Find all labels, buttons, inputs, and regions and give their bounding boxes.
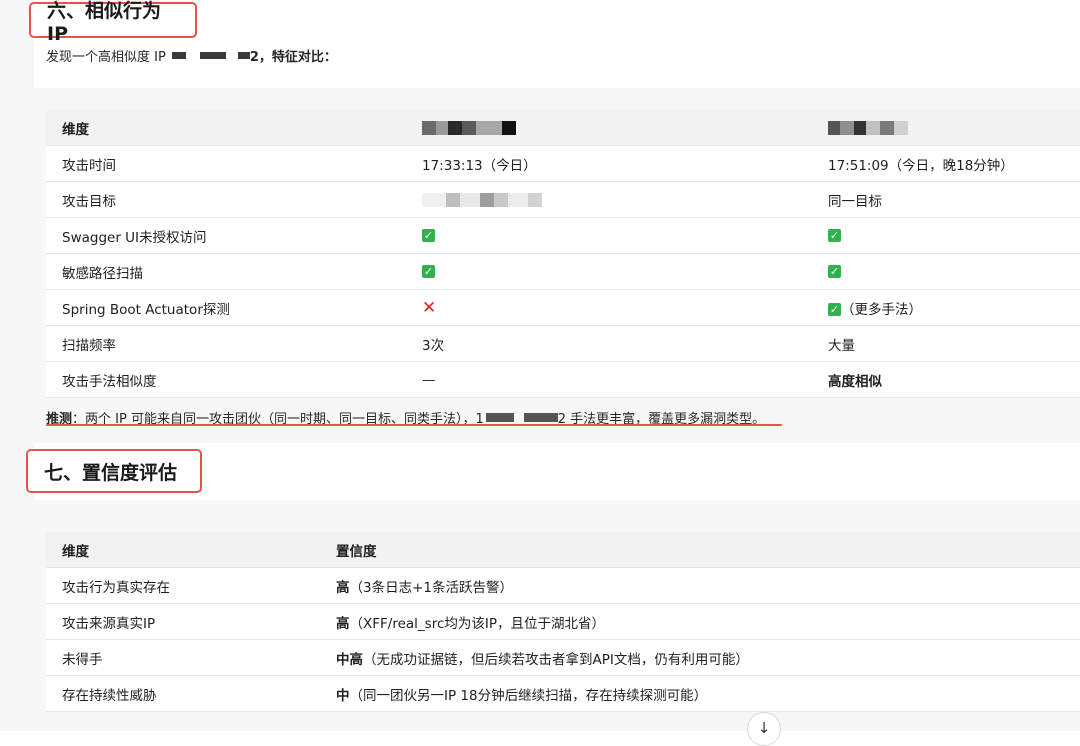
row-label: 攻击手法相似度 — [46, 361, 406, 398]
row-label: Swagger UI未授权访问 — [46, 217, 406, 254]
row-label: 攻击目标 — [46, 181, 406, 218]
redacted-ip — [171, 52, 186, 59]
confidence-cell: 中（同一团伙另一IP 18分钟后继续扫描，存在持续探测可能） — [320, 675, 1080, 712]
ip-a-value: — — [406, 361, 812, 398]
confidence-level: 中高 — [336, 651, 363, 668]
confidence-detail: （3条日志+1条活跃告警） — [349, 579, 514, 596]
confidence-level: 高 — [336, 615, 350, 632]
header-ip-b — [812, 110, 1080, 146]
intro-suffix: 2，特征对比： — [249, 50, 337, 65]
confidence-level: 高 — [336, 579, 350, 596]
table-row: Spring Boot Actuator探测 ✕ ✓ （更多手法） — [46, 289, 1080, 326]
redacted-ip — [485, 413, 514, 422]
check-icon: ✓ — [828, 265, 841, 278]
row-label: Spring Boot Actuator探测 — [46, 289, 406, 326]
section6-heading: 六、相似行为 IP — [29, 0, 197, 45]
table-row: 敏感路径扫描 ✓ ✓ — [46, 253, 1080, 290]
check-icon: ✓ — [828, 303, 841, 316]
redacted-ip — [523, 413, 558, 422]
ip-b-value: 同一目标 — [812, 181, 1080, 218]
table-row: 攻击行为真实存在 高（3条日志+1条活跃告警） — [46, 567, 1080, 604]
table-row: 攻击时间 17:33:13（今日） 17:51:09（今日，晚18分钟） — [46, 145, 1080, 182]
header-dimension: 维度 — [46, 532, 320, 568]
confidence-detail: （XFF/real_src均为该IP，且位于湖北省） — [349, 615, 606, 632]
table-row: 攻击手法相似度 — 高度相似 — [46, 361, 1080, 398]
section6-intro: 发现一个高相似度 IP 2，特征对比： — [46, 46, 337, 65]
redacted-ip — [199, 52, 226, 59]
ip-a-value: ✕ — [406, 289, 812, 326]
scroll-down-button[interactable]: ↓ — [747, 712, 781, 746]
confidence-cell: 高（XFF/real_src均为该IP，且位于湖北省） — [320, 603, 1080, 640]
row-label: 存在持续性威胁 — [46, 675, 320, 712]
table-row: 存在持续性威胁 中（同一团伙另一IP 18分钟后继续扫描，存在持续探测可能） — [46, 675, 1080, 712]
more-methods-text: （更多手法） — [841, 301, 922, 318]
header-ip-a — [406, 110, 812, 146]
redacted-target — [422, 192, 542, 207]
header-dimension: 维度 — [46, 110, 406, 146]
redacted-ip — [237, 52, 250, 59]
check-icon: ✓ — [422, 229, 435, 242]
confidence-level: 中 — [336, 687, 350, 704]
table-row: 攻击来源真实IP 高（XFF/real_src均为该IP，且位于湖北省） — [46, 603, 1080, 640]
ip-a-value: ✓ — [406, 217, 812, 254]
arrow-down-icon: ↓ — [757, 719, 771, 737]
table-row: Swagger UI未授权访问 ✓ ✓ — [46, 217, 1080, 254]
table-row: 扫描频率 3次 大量 — [46, 325, 1080, 362]
table-header-row: 维度 置信度 — [46, 532, 1080, 568]
section7-title: 七、置信度评估 — [44, 461, 178, 484]
header-confidence: 置信度 — [320, 532, 1080, 568]
confidence-table: 维度 置信度 攻击行为真实存在 高（3条日志+1条活跃告警） 攻击来源真实IP … — [46, 532, 1080, 712]
ip-b-value: 大量 — [812, 325, 1080, 362]
ip-a-value: 3次 — [406, 325, 812, 362]
row-label: 未得手 — [46, 639, 320, 676]
ip-b-value: ✓ — [812, 217, 1080, 254]
redacted-ip-b — [828, 120, 908, 135]
table-row: 攻击目标 同一目标 — [46, 181, 1080, 218]
ip-b-value: ✓ （更多手法） — [812, 289, 1080, 326]
confidence-detail: （同一团伙另一IP 18分钟后继续扫描，存在持续探测可能） — [349, 687, 708, 704]
confidence-cell: 中高（无成功证据链，但后续若攻击者拿到API文档，仍有利用可能） — [320, 639, 1080, 676]
ip-b-value: 17:51:09（今日，晚18分钟） — [812, 145, 1080, 182]
check-icon: ✓ — [422, 265, 435, 278]
left-gutter — [0, 0, 34, 731]
confidence-cell: 高（3条日志+1条活跃告警） — [320, 567, 1080, 604]
ip-b-value: ✓ — [812, 253, 1080, 290]
table-row: 未得手 中高（无成功证据链，但后续若攻击者拿到API文档，仍有利用可能） — [46, 639, 1080, 676]
ip-b-value: 高度相似 — [812, 361, 1080, 398]
section7-heading: 七、置信度评估 — [26, 449, 202, 493]
note-underline — [46, 424, 782, 426]
check-icon: ✓ — [828, 229, 841, 242]
row-label: 攻击来源真实IP — [46, 603, 320, 640]
ip-a-value: ✓ — [406, 253, 812, 290]
section6-title: 六、相似行为 IP — [47, 0, 162, 45]
row-label: 扫描频率 — [46, 325, 406, 362]
redacted-ip-a — [422, 120, 516, 135]
table-header-row: 维度 — [46, 110, 1080, 146]
intro-prefix: 发现一个高相似度 IP — [46, 50, 166, 65]
row-label: 敏感路径扫描 — [46, 253, 406, 290]
row-label: 攻击行为真实存在 — [46, 567, 320, 604]
confidence-detail: （无成功证据链，但后续若攻击者拿到API文档，仍有利用可能） — [363, 651, 749, 668]
ip-a-value: 17:33:13（今日） — [406, 145, 812, 182]
row-label: 攻击时间 — [46, 145, 406, 182]
cross-icon: ✕ — [422, 297, 437, 318]
comparison-table: 维度 攻击时间 17:33:13（今日） 17:51:09（今日，晚18分钟） … — [46, 110, 1080, 398]
ip-a-value — [406, 181, 812, 218]
